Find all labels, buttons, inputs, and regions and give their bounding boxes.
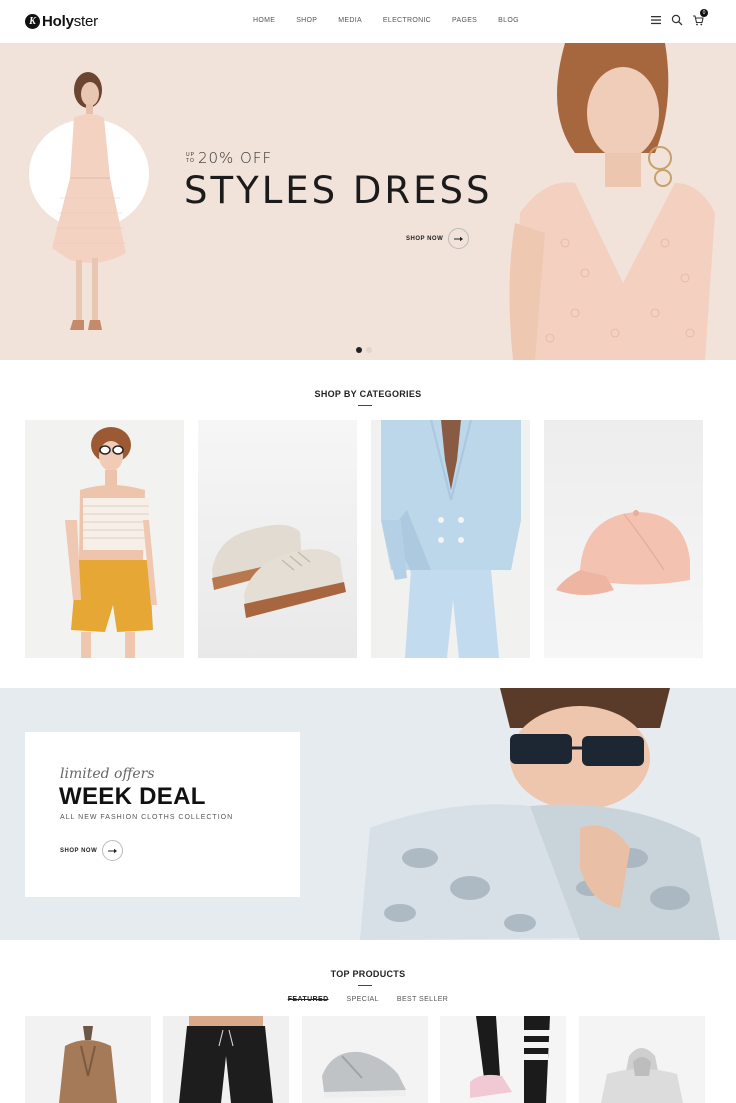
black-joggers-image [163,1016,289,1103]
menu-icon[interactable] [650,13,662,25]
grey-hoodie-image [579,1016,705,1103]
nav-shop[interactable]: SHOP [296,14,317,28]
slider-dot-2[interactable] [366,347,372,353]
week-deal-banner: limited offers WEEK DEAL ALL NEW FASHION… [0,688,736,940]
product-card-4[interactable] [440,1016,566,1103]
leggings-sneakers-image [440,1016,566,1103]
deal-subtitle: ALL NEW FASHION CLOTHS COLLECTION [60,814,234,821]
top-products-title-underline [358,985,372,986]
product-card-5[interactable] [579,1016,705,1103]
product-card-2[interactable] [163,1016,289,1103]
main-nav: HOME SHOP MEDIA ELECTRONIC PAGES BLOG [253,14,540,28]
fur-coat-image [25,1016,151,1103]
category-card-4[interactable] [544,420,703,658]
tab-featured[interactable]: FEATURED [288,996,329,1003]
category-card-1[interactable] [25,420,184,658]
pink-cap-image [544,420,703,658]
top-products-title: TOP PRODUCTS [330,969,406,979]
site-header: K Holyster HOME SHOP MEDIA ELECTRONIC PA… [0,0,736,43]
product-card-1[interactable] [25,1016,151,1103]
nav-electronic[interactable]: ELECTRONIC [383,14,431,28]
hero-discount: 20% OFF [197,149,273,167]
logo-text: Holyster [42,12,98,30]
hero-model-left-image [52,72,126,330]
logo-mark: K [25,13,40,29]
tab-special[interactable]: SPECIAL [347,996,379,1003]
search-icon[interactable] [671,13,683,26]
nav-pages[interactable]: PAGES [452,14,477,28]
category-card-3[interactable] [371,420,530,658]
category-card-2[interactable] [198,420,357,658]
hero-model-right-image [509,43,715,360]
man-sunglasses-image [360,688,720,940]
deal-shop-now-label: SHOP NOW [60,847,98,854]
hero-slider: UP TO 20% OFF STYLES DRESS SHOP NOW [0,43,736,360]
header-icons: 0 [650,9,708,26]
nav-media[interactable]: MEDIA [338,14,362,28]
arrow-right-icon [102,840,124,861]
categories-title: SHOP BY CATEGORIES [314,389,422,399]
up-to-label: UP TO [186,152,195,164]
hero-shop-now-button[interactable]: SHOP NOW [406,228,470,249]
logo[interactable]: K Holyster [25,11,98,31]
blue-suit-image [371,420,530,658]
slider-dots [356,347,372,353]
woman-crop-top-image [25,420,184,658]
product-card-3[interactable] [302,1016,428,1103]
nav-home[interactable]: HOME [253,14,275,28]
grey-sneakers-image [302,1016,428,1103]
tab-best-seller[interactable]: BEST SELLER [397,996,448,1003]
product-tabs: FEATURED SPECIAL BEST SELLER [0,996,736,1003]
week-deal-card: limited offers WEEK DEAL ALL NEW FASHION… [25,732,300,897]
deal-script-label: limited offers [60,766,155,782]
sneakers-image [198,420,357,658]
categories-title-underline [358,405,372,406]
deal-title: WEEK DEAL [59,783,206,810]
deal-shop-now-button[interactable]: SHOP NOW [60,840,124,861]
slider-dot-1[interactable] [356,347,362,353]
cart-count-badge: 0 [700,9,708,17]
arrow-right-icon [448,228,470,249]
hero-shop-now-label: SHOP NOW [406,235,444,242]
hero-subtitle: UP TO 20% OFF [186,149,272,167]
hero-title: STYLES DRESS [184,169,493,212]
nav-blog[interactable]: BLOG [498,14,519,28]
cart-icon[interactable]: 0 [692,9,708,26]
